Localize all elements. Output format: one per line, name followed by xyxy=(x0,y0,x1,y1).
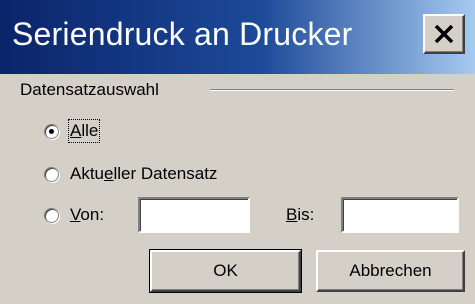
cancel-button[interactable]: Abbrechen xyxy=(316,250,465,292)
radio-label-current-record[interactable]: Aktueller Datensatz xyxy=(70,164,217,184)
to-label: Bis: xyxy=(286,205,315,224)
group-label-record-selection: Datensatzauswahl xyxy=(20,80,159,99)
radio-label-from[interactable]: Von: xyxy=(70,205,104,225)
window-title: Seriendruck an Drucker xyxy=(12,16,353,52)
radio-label-all[interactable]: Alle xyxy=(67,119,101,143)
to-input[interactable] xyxy=(341,197,459,233)
from-input[interactable] xyxy=(138,197,250,233)
title-bar[interactable]: Seriendruck an Drucker xyxy=(0,0,475,74)
close-icon xyxy=(434,24,454,44)
radio-current-record[interactable] xyxy=(44,167,59,182)
radio-range[interactable] xyxy=(44,208,59,223)
mail-merge-print-dialog: Seriendruck an Drucker Datensatzauswahl … xyxy=(0,0,475,304)
group-divider xyxy=(210,89,454,91)
close-button[interactable] xyxy=(423,14,465,54)
ok-button[interactable]: OK xyxy=(149,249,302,293)
radio-all[interactable] xyxy=(44,124,59,139)
